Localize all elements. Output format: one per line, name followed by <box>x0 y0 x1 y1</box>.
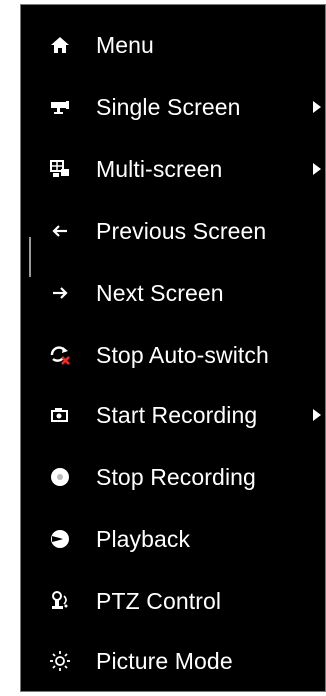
menu-item-ptz-control[interactable]: PTZ Control <box>21 571 325 631</box>
arrow-right-icon <box>47 280 73 306</box>
submenu-arrow-icon <box>313 409 321 421</box>
menu-item-label: Menu <box>96 31 154 58</box>
stop-recording-icon <box>47 464 73 490</box>
menu-item-label: Stop Recording <box>96 463 256 490</box>
menu-item-label: Multi-screen <box>96 155 223 182</box>
submenu-arrow-icon <box>313 163 321 175</box>
menu-item-label: Picture Mode <box>96 647 233 674</box>
multi-screen-icon <box>47 156 73 182</box>
camera-icon <box>47 94 73 120</box>
menu-item-label: Single Screen <box>96 93 241 120</box>
menu-item-start-recording[interactable]: Start Recording <box>21 385 325 445</box>
playback-icon <box>47 526 73 552</box>
home-icon <box>47 32 73 58</box>
ptz-icon <box>47 588 73 614</box>
menu-item-stop-auto-switch[interactable]: Stop Auto-switch <box>21 325 325 385</box>
menu-item-multi-screen[interactable]: Multi-screen <box>21 139 325 199</box>
menu-item-next-screen[interactable]: Next Screen <box>21 263 325 323</box>
menu-item-label: Previous Screen <box>96 217 267 244</box>
menu-item-label: Start Recording <box>96 401 258 428</box>
menu-item-single-screen[interactable]: Single Screen <box>21 77 325 137</box>
menu-item-stop-recording[interactable]: Stop Recording <box>21 447 325 507</box>
submenu-arrow-icon <box>313 101 321 113</box>
menu-item-label: Stop Auto-switch <box>96 341 269 368</box>
arrow-left-icon <box>47 218 73 244</box>
recording-icon <box>47 402 73 428</box>
menu-item-label: Playback <box>96 525 191 552</box>
menu-item-menu[interactable]: Menu <box>21 15 325 75</box>
menu-item-previous-screen[interactable]: Previous Screen <box>21 201 325 261</box>
picture-mode-icon <box>47 648 73 674</box>
stop-auto-switch-icon <box>47 342 73 368</box>
menu-item-picture-mode[interactable]: Picture Mode <box>21 631 325 691</box>
menu-item-label: Next Screen <box>96 279 224 306</box>
menu-item-playback[interactable]: Playback <box>21 509 325 569</box>
context-menu: Menu Single Screen Multi-screen Previous… <box>20 4 326 692</box>
menu-item-label: PTZ Control <box>96 587 222 614</box>
